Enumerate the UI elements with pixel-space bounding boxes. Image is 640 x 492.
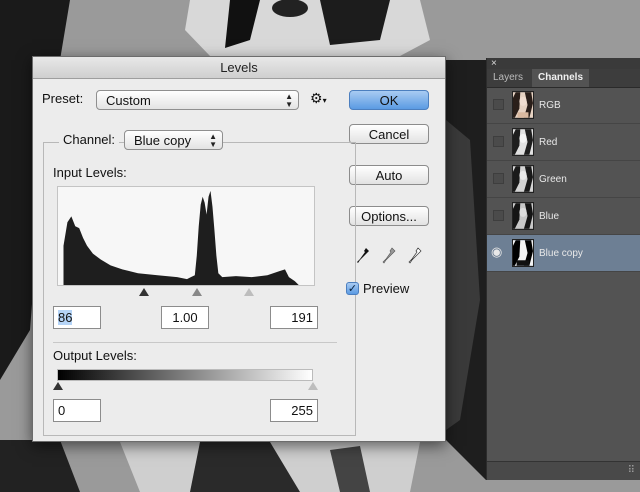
output-black-slider[interactable] (53, 382, 63, 390)
channel-thumbnail (512, 91, 534, 119)
channel-row-blue-copy[interactable]: ◉ Blue copy (487, 235, 640, 272)
preview-label: Preview (363, 281, 410, 296)
gear-icon[interactable]: ⚙▾ (310, 90, 327, 107)
channel-row-rgb[interactable]: RGB (487, 87, 640, 124)
cancel-button[interactable]: Cancel (349, 124, 429, 144)
channel-row-green[interactable]: Green (487, 161, 640, 198)
channel-thumbnail (512, 128, 534, 156)
output-white-field[interactable]: 255 (270, 399, 318, 422)
auto-button[interactable]: Auto (349, 165, 429, 185)
channel-value: Blue copy (134, 133, 192, 148)
visibility-toggle[interactable] (493, 210, 504, 221)
channel-row-red[interactable]: Red (487, 124, 640, 161)
visibility-toggle[interactable] (493, 136, 504, 147)
input-white-field[interactable]: 191 (270, 306, 318, 329)
output-black-field[interactable]: 0 (53, 399, 101, 422)
resize-grip-icon[interactable]: ⠿ (628, 465, 635, 476)
options-button[interactable]: Options... (349, 206, 429, 226)
histogram (57, 186, 315, 286)
gray-eyedropper-icon[interactable] (381, 246, 397, 266)
channel-thumbnail (512, 202, 534, 230)
panel-tabs: Layers Channels (487, 69, 640, 88)
input-gamma-field[interactable]: 1.00 (161, 306, 209, 329)
visibility-toggle[interactable] (493, 173, 504, 184)
input-black-slider[interactable] (139, 288, 149, 296)
channel-label: RGB (539, 100, 561, 111)
channel-label: Blue copy (539, 248, 583, 259)
output-gradient-bar (57, 369, 313, 381)
updown-arrows-icon: ▲ ▼ (209, 132, 217, 149)
input-black-field[interactable]: 86 (53, 306, 101, 329)
black-eyedropper-icon[interactable] (355, 246, 371, 266)
channel-label: Blue (539, 211, 560, 222)
output-white-slider[interactable] (308, 382, 318, 390)
input-levels-label: Input Levels: (53, 165, 127, 180)
close-icon[interactable]: × (491, 58, 497, 69)
levels-dialog: Levels Preset: Custom ▲ ▼ ⚙▾ OK Cancel Au… (32, 56, 446, 442)
input-white-slider[interactable] (244, 288, 254, 296)
divider (53, 342, 337, 343)
white-eyedropper-icon[interactable] (407, 246, 423, 266)
tab-channels[interactable]: Channels (532, 69, 590, 87)
ok-button[interactable]: OK (349, 90, 429, 110)
eye-icon[interactable]: ◉ (491, 244, 502, 260)
preset-value: Custom (106, 93, 151, 108)
channel-row-blue[interactable]: Blue (487, 198, 640, 235)
channel-select[interactable]: Blue copy ▲ ▼ (124, 130, 223, 150)
visibility-toggle[interactable] (493, 99, 504, 110)
updown-arrows-icon: ▲ ▼ (285, 92, 293, 109)
channel-label: Red (539, 137, 558, 148)
channels-panel: × Layers Channels RGB Red Green Blue ◉ B… (486, 58, 640, 480)
channel-label: Channel: (59, 132, 120, 147)
input-gamma-slider[interactable] (192, 288, 202, 296)
tab-layers[interactable]: Layers (487, 69, 529, 87)
channel-label: Green (539, 174, 567, 185)
preview-checkbox[interactable]: ✓ (346, 282, 359, 295)
channel-thumbnail (512, 239, 534, 267)
dialog-title[interactable]: Levels (33, 57, 445, 79)
panel-footer: ⠿ (487, 461, 640, 480)
preset-label: Preset: (42, 91, 84, 106)
preset-select[interactable]: Custom ▲ ▼ (96, 90, 299, 110)
channel-thumbnail (512, 165, 534, 193)
panel-header-bar: × (487, 58, 640, 69)
checkmark-icon: ✓ (347, 283, 358, 295)
output-levels-label: Output Levels: (53, 348, 137, 363)
